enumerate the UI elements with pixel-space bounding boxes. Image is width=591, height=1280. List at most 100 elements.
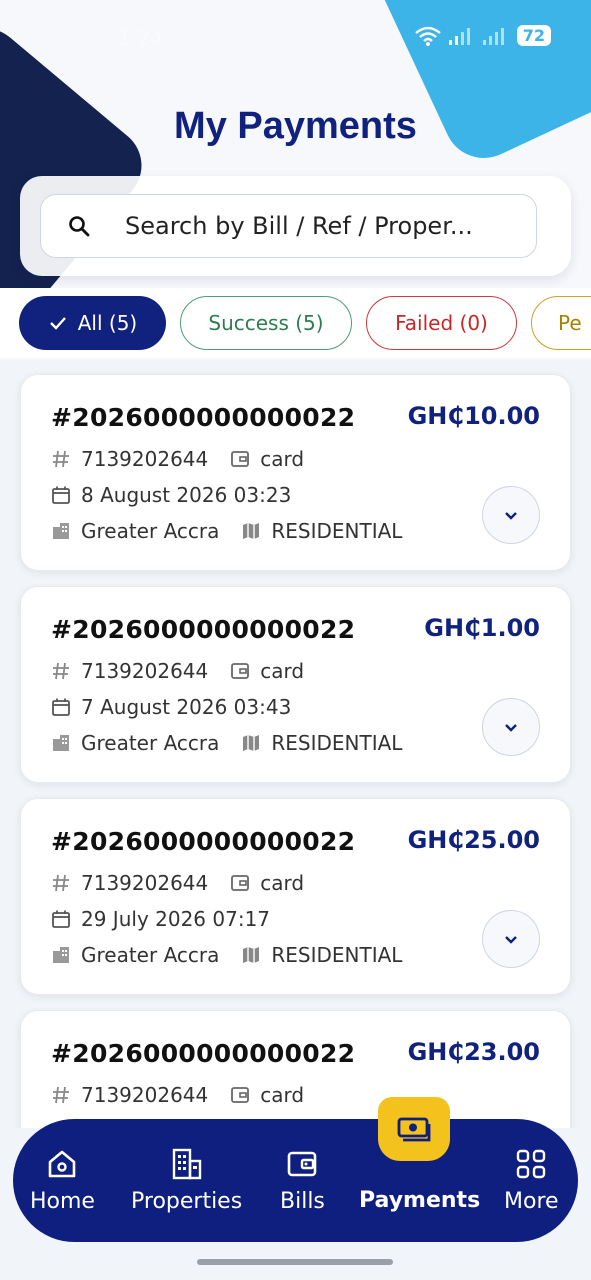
payment-method: card	[260, 871, 305, 895]
payment-amount: GH₵23.00	[407, 1038, 540, 1066]
payments-active-bubble[interactable]	[378, 1097, 450, 1161]
home-icon	[49, 1150, 76, 1178]
payment-location-row: Greater Accra RESIDENTIAL	[51, 943, 402, 967]
filter-chips: All (5) Success (5) Failed (0) Pe	[0, 288, 591, 358]
payment-method: card	[260, 1083, 305, 1107]
search-input[interactable]	[125, 212, 515, 240]
building-icon	[172, 1148, 201, 1180]
payment-date-row: 7 August 2026 03:43	[51, 695, 291, 719]
payment-location-row: Greater Accra RESIDENTIAL	[51, 519, 402, 543]
payment-card[interactable]: #2026000000000022 GH₵25.00 7139202644 ca…	[20, 798, 571, 995]
wallet-icon	[288, 1151, 317, 1177]
filter-chip-pending[interactable]: Pe	[531, 296, 591, 350]
payments-list: #2026000000000022 GH₵10.00 7139202644 ca…	[20, 374, 571, 1222]
battery-indicator: 72	[516, 25, 551, 46]
hash-icon	[53, 450, 69, 468]
payment-ref-row: 7139202644 card	[51, 1083, 304, 1107]
filter-chip-all[interactable]: All (5)	[19, 296, 166, 350]
signal-icon	[448, 27, 470, 45]
expand-button[interactable]	[482, 698, 540, 756]
chevron-down-icon	[505, 512, 517, 520]
payment-category: RESIDENTIAL	[271, 519, 403, 543]
payment-location-row: Greater Accra RESIDENTIAL	[51, 731, 402, 755]
calendar-icon	[52, 486, 70, 504]
calendar-icon	[52, 698, 70, 716]
payment-date-row: 29 July 2026 07:17	[51, 907, 270, 931]
search-panel	[20, 176, 571, 276]
wallet-icon	[231, 451, 250, 467]
payment-id: #2026000000000022	[51, 1039, 356, 1068]
payment-category: RESIDENTIAL	[271, 943, 403, 967]
payment-id: #2026000000000022	[51, 403, 356, 432]
status-time: 1:24	[118, 26, 163, 50]
home-indicator	[197, 1259, 393, 1265]
filter-chip-label: All (5)	[77, 311, 138, 335]
payment-id: #2026000000000022	[51, 615, 356, 644]
nav-label: Home	[30, 1189, 95, 1214]
city-icon	[53, 735, 69, 751]
payment-date-row: 8 August 2026 03:23	[51, 483, 291, 507]
payment-ref: 7139202644	[81, 447, 209, 471]
payment-method: card	[260, 447, 305, 471]
payment-region: Greater Accra	[81, 519, 220, 543]
payment-amount: GH₵1.00	[424, 614, 540, 642]
check-icon	[49, 317, 66, 330]
wallet-icon	[231, 875, 250, 891]
hash-icon	[53, 874, 69, 892]
payment-amount: GH₵25.00	[407, 826, 540, 854]
map-icon	[243, 735, 260, 751]
nav-label: Bills	[280, 1189, 325, 1214]
map-icon	[243, 523, 260, 539]
nav-item-payments[interactable]: Payments	[359, 1188, 480, 1213]
payment-date: 29 July 2026 07:17	[81, 907, 271, 931]
nav-item-home[interactable]: Home	[30, 1147, 95, 1214]
page-title: My Payments	[174, 105, 417, 147]
nav-label: Payments	[359, 1188, 481, 1213]
hash-icon	[53, 662, 69, 680]
filter-chip-label: Failed (0)	[395, 311, 488, 335]
wallet-icon	[231, 663, 250, 679]
payment-date: 7 August 2026 03:43	[81, 695, 292, 719]
payment-ref: 7139202644	[81, 659, 209, 683]
search-box[interactable]	[40, 194, 537, 258]
calendar-icon	[52, 910, 70, 928]
filter-chip-success[interactable]: Success (5)	[180, 296, 352, 350]
payment-id: #2026000000000022	[51, 827, 356, 856]
filter-chip-failed[interactable]: Failed (0)	[366, 296, 517, 350]
payment-region: Greater Accra	[81, 731, 220, 755]
payment-ref: 7139202644	[81, 871, 209, 895]
payment-ref: 7139202644	[81, 1083, 209, 1107]
nav-label: More	[504, 1189, 559, 1214]
payment-ref-row: 7139202644 card	[51, 871, 304, 895]
nav-item-properties[interactable]: Properties	[131, 1147, 242, 1214]
grid-icon	[517, 1149, 546, 1179]
search-icon	[69, 216, 90, 237]
payment-card[interactable]: #2026000000000022 GH₵10.00 7139202644 ca…	[20, 374, 571, 571]
nav-item-bills[interactable]: Bills	[280, 1147, 325, 1214]
status-bar: 1:24 72	[0, 0, 591, 78]
map-icon	[243, 947, 260, 963]
bottom-navigation: Home Properties Bills Payments More	[13, 1119, 578, 1242]
city-icon	[53, 523, 69, 539]
payment-amount: GH₵10.00	[407, 402, 540, 430]
filter-chip-label: Pe	[558, 311, 582, 335]
city-icon	[53, 947, 69, 963]
expand-button[interactable]	[482, 486, 540, 544]
wallet-icon	[231, 1087, 250, 1103]
payment-date: 8 August 2026 03:23	[81, 483, 292, 507]
status-icons: 72	[414, 25, 551, 46]
payment-ref-row: 7139202644 card	[51, 659, 304, 683]
cash-icon	[397, 1117, 431, 1142]
wifi-icon	[414, 26, 441, 46]
signal-icon-2	[482, 27, 504, 45]
payment-method: card	[260, 659, 305, 683]
nav-label: Properties	[131, 1189, 243, 1214]
hash-icon	[53, 1086, 69, 1104]
payment-ref-row: 7139202644 card	[51, 447, 304, 471]
chevron-down-icon	[505, 724, 517, 732]
nav-item-more[interactable]: More	[504, 1147, 559, 1214]
payment-region: Greater Accra	[81, 943, 220, 967]
expand-button[interactable]	[482, 910, 540, 968]
payment-category: RESIDENTIAL	[271, 731, 403, 755]
payment-card[interactable]: #2026000000000022 GH₵1.00 7139202644 car…	[20, 586, 571, 783]
